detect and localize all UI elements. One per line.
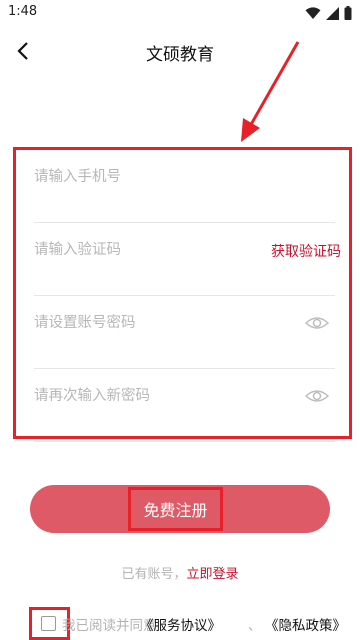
password-input[interactable] bbox=[34, 306, 264, 340]
eye-icon[interactable] bbox=[305, 314, 329, 332]
registration-form: 获取验证码 bbox=[13, 147, 352, 442]
signal-icon bbox=[326, 6, 339, 20]
eye-icon[interactable] bbox=[305, 387, 329, 405]
status-icons bbox=[305, 6, 352, 20]
app-header: 文硕教育 bbox=[0, 26, 360, 76]
status-bar: 1:48 bbox=[0, 0, 360, 26]
phone-input[interactable] bbox=[34, 160, 264, 194]
password-row bbox=[34, 296, 335, 369]
confirm-password-input[interactable] bbox=[34, 379, 264, 413]
get-code-button[interactable]: 获取验证码 bbox=[271, 241, 341, 261]
code-row: 获取验证码 bbox=[34, 223, 341, 296]
page-title: 文硕教育 bbox=[146, 45, 214, 65]
phone-row bbox=[34, 150, 335, 223]
register-button-label: 免费注册 bbox=[143, 501, 208, 520]
agreement-separator: 、 bbox=[248, 618, 262, 634]
code-input[interactable] bbox=[34, 233, 264, 267]
login-link[interactable]: 立即登录 bbox=[187, 567, 239, 582]
wifi-icon bbox=[305, 6, 321, 19]
confirm-password-row bbox=[34, 369, 335, 442]
status-time: 1:48 bbox=[8, 4, 38, 19]
login-prompt-text: 已有账号， bbox=[121, 567, 187, 582]
login-prompt: 已有账号，立即登录 bbox=[0, 563, 360, 582]
service-agreement-link[interactable]: 《服务协议》 bbox=[140, 614, 221, 634]
privacy-policy-link[interactable]: 《隐私政策》 bbox=[265, 614, 346, 634]
agree-checkbox[interactable] bbox=[41, 616, 56, 631]
battery-icon bbox=[344, 6, 352, 20]
